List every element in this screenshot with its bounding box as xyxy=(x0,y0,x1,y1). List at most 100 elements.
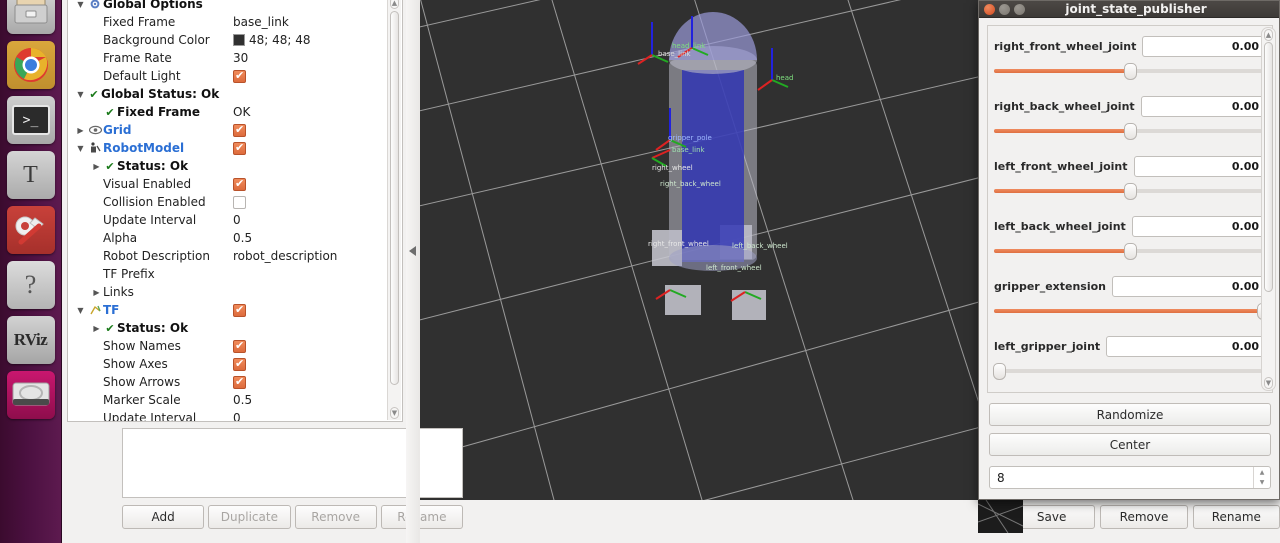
tree-item-value[interactable] xyxy=(233,357,246,371)
tree-item-value[interactable]: base_link xyxy=(233,15,289,29)
checkbox-checked[interactable] xyxy=(233,177,246,191)
tree-item-value[interactable]: OK xyxy=(233,105,250,119)
terminal-icon[interactable]: >_ xyxy=(6,96,55,144)
tree-item-value[interactable] xyxy=(233,177,246,191)
expander-right-icon[interactable]: ▶ xyxy=(90,288,103,297)
checkbox-checked[interactable] xyxy=(233,141,246,155)
joint-value-input[interactable]: 0.00 xyxy=(1131,216,1266,237)
tree-item-global-status-ok[interactable]: ▼ ✔ Global Status: Ok xyxy=(68,85,402,103)
expander-down-icon[interactable]: ▼ xyxy=(74,0,87,9)
joint-slider[interactable] xyxy=(993,362,1266,380)
joint-value-input[interactable]: 0.00 xyxy=(1140,96,1266,117)
checkbox-checked[interactable] xyxy=(233,357,246,371)
spinbox-up-arrow[interactable]: ▲ xyxy=(1254,467,1270,478)
duplicate-display-button[interactable]: Duplicate xyxy=(208,505,291,529)
files-icon[interactable] xyxy=(6,0,55,34)
slider-handle[interactable] xyxy=(1124,243,1137,260)
displays-tree[interactable]: ▼ Global Options Fixed Frame base_link Backg… xyxy=(67,0,403,422)
checkbox-checked[interactable] xyxy=(233,375,246,389)
slider-handle[interactable] xyxy=(1124,63,1137,80)
joint-value-input[interactable]: 0.00 xyxy=(1142,36,1266,57)
tree-item-value[interactable]: 48; 48; 48 xyxy=(233,33,311,47)
tree-item-fixed-frame[interactable]: Fixed Frame base_link xyxy=(68,13,402,31)
tree-item-value[interactable]: 0 xyxy=(233,411,241,421)
tree-item-robot-description[interactable]: Robot Description robot_description xyxy=(68,247,402,265)
remove-button[interactable]: Remove xyxy=(1100,505,1188,529)
jsp-title-bar[interactable]: joint_state_publisher xyxy=(979,1,1279,18)
disk-icon[interactable] xyxy=(6,371,55,419)
jsp-spinbox[interactable]: 8 ▲ ▼ xyxy=(989,466,1271,489)
tree-item-tf-prefix[interactable]: TF Prefix xyxy=(68,265,402,283)
tree-item-value[interactable]: 0 xyxy=(233,213,241,227)
dock-splitter[interactable] xyxy=(406,0,420,543)
joint-slider[interactable] xyxy=(994,182,1266,200)
tree-item-update-interval[interactable]: Update Interval 0 xyxy=(68,409,402,421)
tree-item-value[interactable]: robot_description xyxy=(233,249,337,263)
expander-down-icon[interactable]: ▼ xyxy=(74,306,87,315)
scroll-thumb[interactable] xyxy=(390,11,399,385)
joint-sliders-scrollarea[interactable]: right_front_wheel_joint 0.00 right_back_wh… xyxy=(987,25,1273,393)
tree-item-collision-enabled[interactable]: Collision Enabled xyxy=(68,193,402,211)
tree-item-status-ok[interactable]: ▶ ✔ Status: Ok xyxy=(68,319,402,337)
tree-item-value[interactable] xyxy=(233,339,246,353)
checkbox-checked[interactable] xyxy=(233,303,246,317)
center-button[interactable]: Center xyxy=(989,433,1271,456)
scroll-down-arrow[interactable]: ▼ xyxy=(1264,377,1273,389)
tree-item-value[interactable] xyxy=(233,123,246,137)
slider-handle[interactable] xyxy=(1124,123,1137,140)
tree-item-marker-scale[interactable]: Marker Scale 0.5 xyxy=(68,391,402,409)
expander-right-icon[interactable]: ▶ xyxy=(74,126,87,135)
scroll-down-arrow[interactable]: ▼ xyxy=(390,407,399,419)
tree-item-frame-rate[interactable]: Frame Rate 30 xyxy=(68,49,402,67)
maximize-button[interactable] xyxy=(1014,3,1025,15)
scroll-up-arrow[interactable]: ▲ xyxy=(1264,29,1273,41)
randomize-button[interactable]: Randomize xyxy=(989,403,1271,426)
checkbox-checked[interactable] xyxy=(233,69,246,83)
system-tools-icon[interactable] xyxy=(6,206,55,254)
tree-item-value[interactable] xyxy=(233,195,246,209)
chrome-icon[interactable] xyxy=(6,41,55,89)
close-button[interactable] xyxy=(984,3,995,15)
collapse-arrow-icon[interactable] xyxy=(409,246,416,256)
tree-item-default-light[interactable]: Default Light xyxy=(68,67,402,85)
tree-item-robotmodel[interactable]: ▼ RobotModel xyxy=(68,139,402,157)
joint-value-input[interactable]: 0.00 xyxy=(1133,156,1266,177)
tree-item-value[interactable]: 0.5 xyxy=(233,393,252,407)
joint-list-scrollbar[interactable]: ▲ ▼ xyxy=(1261,27,1276,391)
rename-button[interactable]: Rename xyxy=(1192,505,1280,529)
checkbox-unchecked[interactable] xyxy=(233,195,246,209)
tree-item-grid[interactable]: ▶ Grid xyxy=(68,121,402,139)
scroll-thumb[interactable] xyxy=(1264,42,1273,292)
tree-item-links[interactable]: ▶ Links xyxy=(68,283,402,301)
tree-item-background-color[interactable]: Background Color 48; 48; 48 xyxy=(68,31,402,49)
tree-item-tf[interactable]: ▼ TF xyxy=(68,301,402,319)
add-display-button[interactable]: Add xyxy=(122,505,205,529)
tree-item-show-axes[interactable]: Show Axes xyxy=(68,355,402,373)
tree-item-value[interactable] xyxy=(233,69,246,83)
tree-item-alpha[interactable]: Alpha 0.5 xyxy=(68,229,402,247)
tree-item-show-arrows[interactable]: Show Arrows xyxy=(68,373,402,391)
tree-item-value[interactable] xyxy=(233,375,246,389)
checkbox-checked[interactable] xyxy=(233,123,246,137)
tree-item-value[interactable]: 30 xyxy=(233,51,248,65)
slider-handle[interactable] xyxy=(1124,183,1137,200)
checkbox-checked[interactable] xyxy=(233,339,246,353)
tree-item-value[interactable] xyxy=(233,303,246,317)
text-editor-icon[interactable]: T xyxy=(6,151,55,199)
joint-value-input[interactable]: 0.00 xyxy=(1112,276,1266,297)
joint-slider[interactable] xyxy=(994,302,1271,320)
expander-down-icon[interactable]: ▼ xyxy=(74,144,87,153)
tree-item-show-names[interactable]: Show Names xyxy=(68,337,402,355)
joint-value-input[interactable]: 0.00 xyxy=(1106,336,1266,357)
joint-slider[interactable] xyxy=(994,62,1266,80)
expander-down-icon[interactable]: ▼ xyxy=(74,90,87,99)
rviz-icon[interactable]: RViz xyxy=(6,316,55,364)
slider-handle[interactable] xyxy=(993,363,1007,380)
tree-item-value[interactable]: 0.5 xyxy=(233,231,252,245)
tree-item-visual-enabled[interactable]: Visual Enabled xyxy=(68,175,402,193)
spinbox-arrows[interactable]: ▲ ▼ xyxy=(1253,467,1270,488)
tree-item-fixed-frame[interactable]: ✔ Fixed Frame OK xyxy=(68,103,402,121)
joint-slider[interactable] xyxy=(994,122,1266,140)
rename-display-button[interactable]: Rename xyxy=(380,505,463,529)
help-icon[interactable]: ? xyxy=(6,261,55,309)
